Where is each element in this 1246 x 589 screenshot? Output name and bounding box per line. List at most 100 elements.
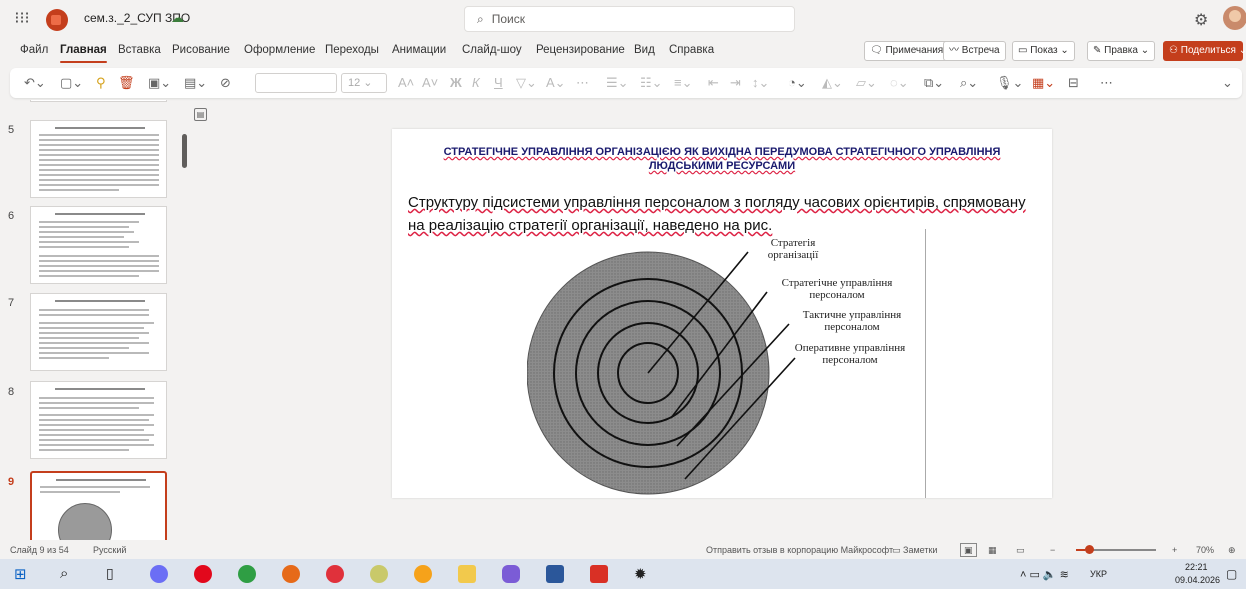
tab-transitions[interactable]: Переходы: [325, 44, 379, 56]
notes-button[interactable]: ▭ Заметки: [892, 541, 937, 559]
share-button[interactable]: ⚇ Поделиться ⌄: [1163, 41, 1246, 61]
tab-home[interactable]: Главная: [60, 44, 107, 63]
tab-review[interactable]: Рецензирование: [536, 44, 625, 56]
slide-thumbnail-8[interactable]: [30, 381, 167, 459]
outline-icon[interactable]: ▱⌄: [856, 74, 877, 92]
windows-start-icon[interactable]: ⊞: [14, 565, 32, 583]
undo-icon[interactable]: ↶⌄: [24, 74, 46, 92]
slide-title[interactable]: СТРАТЕГІЧНЕ УПРАВЛІННЯ ОРГАНІЗАЦІЄЮ ЯК В…: [432, 145, 1012, 173]
shapes-icon[interactable]: ◔⌄: [788, 74, 807, 92]
hide-slide-icon[interactable]: ⊘: [220, 74, 231, 92]
slide-thumbnail-4[interactable]: [30, 100, 167, 102]
slide-thumbnail-7[interactable]: [30, 293, 167, 371]
font-color-icon[interactable]: A⌄: [546, 74, 566, 92]
settings-icon[interactable]: ✹: [634, 565, 652, 583]
cloud-saved-icon[interactable]: ☁: [171, 10, 184, 26]
comments-button[interactable]: 🗨 Примечания: [864, 41, 950, 61]
app-icon-2[interactable]: [370, 565, 388, 583]
fit-slide-icon[interactable]: ⊕: [1228, 541, 1236, 559]
bold-icon[interactable]: Ж: [450, 74, 462, 92]
present-button[interactable]: ▭ Показ ⌄: [1012, 41, 1075, 61]
notifications-icon[interactable]: ▢: [1226, 567, 1237, 581]
keyboard-language[interactable]: УКР: [1090, 569, 1107, 579]
zoom-slider-thumb[interactable]: [1085, 545, 1094, 554]
sorter-view-icon[interactable]: ▦: [988, 541, 997, 559]
bullets-icon[interactable]: ☰⌄: [606, 74, 629, 92]
indent-increase-icon[interactable]: ⇥: [730, 74, 741, 92]
tray-icons[interactable]: ˄ ▭ 🔈 ≋: [1020, 568, 1069, 581]
paste-icon[interactable]: ▢⌄: [60, 74, 83, 92]
feedback-link[interactable]: Отправить отзыв в корпорацию Майкрософт: [706, 541, 893, 559]
fill-icon[interactable]: ◭⌄: [822, 74, 843, 92]
designer-icon[interactable]: ▦⌄: [1032, 74, 1055, 92]
more-options-icon[interactable]: ⋯: [1100, 74, 1113, 92]
arrange-icon[interactable]: ⧉⌄: [924, 74, 944, 92]
line-spacing-icon[interactable]: ↕⌄: [752, 74, 769, 92]
viber-icon[interactable]: [502, 565, 520, 583]
grow-font-icon[interactable]: A˄: [398, 74, 414, 92]
tab-insert[interactable]: Вставка: [118, 44, 161, 56]
normal-view-icon[interactable]: ▣: [960, 543, 977, 557]
zoom-level[interactable]: 70%: [1196, 541, 1214, 559]
underline-icon[interactable]: Ч: [494, 74, 503, 92]
font-size-box[interactable]: 12 ⌄: [341, 73, 387, 93]
delete-icon[interactable]: 🗑: [118, 74, 135, 92]
indent-decrease-icon[interactable]: ⇤: [708, 74, 719, 92]
zoom-out-icon[interactable]: −: [1050, 541, 1055, 559]
word-icon[interactable]: [546, 565, 564, 583]
app-icon-1[interactable]: [150, 565, 168, 583]
tab-view[interactable]: Вид: [634, 44, 655, 56]
numbering-icon[interactable]: ☷⌄: [640, 74, 663, 92]
app-launcher-icon[interactable]: ⁝⁝⁝: [13, 10, 31, 28]
tab-draw[interactable]: Рисование: [172, 44, 230, 56]
shrink-font-icon[interactable]: A˅: [422, 74, 438, 92]
file-explorer-icon[interactable]: [458, 565, 476, 583]
align-icon[interactable]: ≡⌄: [674, 74, 692, 92]
tab-design[interactable]: Оформление: [244, 44, 315, 56]
tab-file[interactable]: Файл: [20, 44, 48, 56]
italic-icon[interactable]: К: [472, 74, 480, 92]
slide-thumbnail-panel[interactable]: 5 6 7 8 9: [0, 100, 180, 540]
addins-icon[interactable]: ⊟: [1068, 74, 1079, 92]
firefox-icon[interactable]: [282, 565, 300, 583]
pdf-reader-icon[interactable]: [590, 565, 608, 583]
more-font-icon[interactable]: ⋯: [576, 74, 589, 92]
tab-animations[interactable]: Анимации: [392, 44, 446, 56]
new-slide-icon[interactable]: ▣⌄: [148, 74, 171, 92]
browser-icon[interactable]: [414, 565, 432, 583]
slide-thumbnail-5[interactable]: [30, 120, 167, 198]
font-name-box[interactable]: [255, 73, 337, 93]
layout-icon[interactable]: ▤⌄: [184, 74, 207, 92]
tab-slideshow[interactable]: Слайд-шоу: [462, 44, 522, 56]
label-strategy: Стратегія організації: [767, 237, 819, 261]
format-painter-icon[interactable]: ⚲: [96, 74, 106, 92]
tab-help[interactable]: Справка: [669, 44, 714, 56]
slide-canvas[interactable]: СТРАТЕГІЧНЕ УПРАВЛІННЯ ОРГАНІЗАЦІЄЮ ЯК В…: [392, 129, 1052, 498]
show-panel-icon[interactable]: ▤: [194, 108, 207, 121]
slide-thumbnail-9[interactable]: [30, 471, 167, 540]
reading-view-icon[interactable]: ▭: [1016, 541, 1025, 559]
meeting-button[interactable]: 〰 Встреча: [943, 41, 1006, 61]
highlight-icon[interactable]: ▽⌄: [516, 74, 537, 92]
chrome-icon[interactable]: [238, 565, 256, 583]
find-icon[interactable]: ⌕⌄: [960, 74, 978, 92]
settings-icon[interactable]: ⚙: [1194, 10, 1208, 30]
dictate-icon[interactable]: 🎙⌄: [996, 74, 1023, 92]
thumbnail-scrollbar[interactable]: [182, 134, 187, 168]
search-icon[interactable]: ⌕: [60, 565, 78, 583]
zoom-in-icon[interactable]: +: [1172, 541, 1177, 559]
clock-time[interactable]: 22:21: [1185, 562, 1208, 572]
opera-icon[interactable]: [194, 565, 212, 583]
concentric-diagram[interactable]: Стратегія організації Стратегічне управл…: [526, 234, 917, 496]
yandex-icon[interactable]: [326, 565, 344, 583]
task-view-icon[interactable]: ▯: [106, 565, 124, 583]
language-indicator[interactable]: Русский: [93, 541, 126, 559]
collapse-ribbon-icon[interactable]: ⌄: [1222, 74, 1233, 92]
search-box[interactable]: ⌕ Поиск: [464, 6, 795, 32]
slide-body-text[interactable]: Структуру підсистеми управління персонал…: [408, 191, 1028, 237]
clock-date[interactable]: 09.04.2026: [1175, 575, 1220, 585]
effects-icon[interactable]: ◌⌄: [890, 74, 909, 92]
avatar[interactable]: [1223, 6, 1246, 30]
slide-thumbnail-6[interactable]: [30, 206, 167, 284]
editing-mode-button[interactable]: ✎ Правка ⌄: [1087, 41, 1156, 61]
